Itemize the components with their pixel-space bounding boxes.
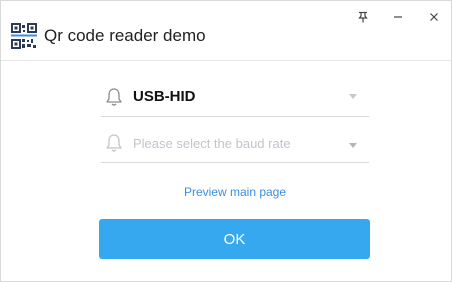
baud-rate-select[interactable]: Please select the baud rate — [101, 124, 369, 163]
minimize-icon — [394, 16, 402, 18]
chevron-down-icon — [349, 94, 357, 99]
baud-rate-placeholder: Please select the baud rate — [133, 136, 291, 151]
app-window: Qr code reader demo USB-HID Please selec… — [0, 0, 452, 282]
chevron-down-icon — [349, 143, 357, 148]
qr-code-icon — [11, 23, 37, 49]
title-bar: Qr code reader demo — [1, 1, 451, 61]
close-button[interactable] — [424, 7, 444, 27]
minimize-button[interactable] — [388, 7, 408, 27]
interface-select[interactable]: USB-HID — [101, 78, 369, 117]
pin-icon — [358, 11, 368, 23]
bell-icon — [106, 134, 122, 152]
window-title: Qr code reader demo — [44, 26, 206, 45]
ok-button[interactable]: OK — [99, 219, 370, 259]
bell-icon — [106, 88, 122, 106]
interface-select-value: USB-HID — [133, 88, 196, 105]
close-icon — [430, 13, 438, 21]
pin-button[interactable] — [353, 7, 373, 27]
preview-main-page-link[interactable]: Preview main page — [101, 185, 369, 199]
